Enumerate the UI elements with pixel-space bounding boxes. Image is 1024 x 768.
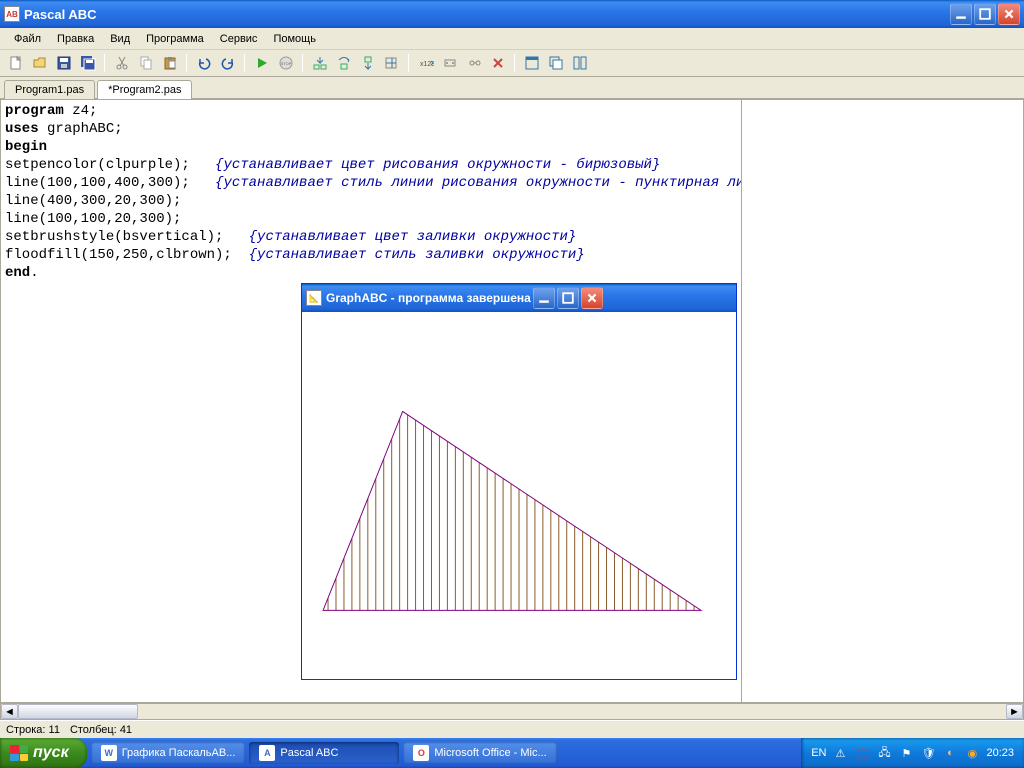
status-line: Строка: 11 (6, 724, 60, 736)
status-bar: Строка: 11 Столбец: 41 (0, 720, 1024, 738)
tab-program2[interactable]: *Program2.pas (97, 80, 192, 99)
maximize-button[interactable] (974, 3, 996, 25)
run-to-cursor-icon[interactable] (380, 52, 403, 74)
menu-service[interactable]: Сервис (212, 31, 266, 47)
code-keyword: end (5, 265, 30, 281)
step-over-icon[interactable] (332, 52, 355, 74)
opera-icon: O (413, 745, 429, 761)
graph-maximize-button[interactable] (557, 287, 579, 309)
cut-icon[interactable] (110, 52, 133, 74)
toolbar-separator (514, 54, 515, 72)
debug-watch-icon[interactable] (462, 52, 485, 74)
delete-icon[interactable] (486, 52, 509, 74)
clock[interactable]: 20:23 (986, 747, 1014, 759)
code-comment: {устанавливает стиль линии рисования окр… (215, 175, 741, 191)
redo-icon[interactable] (216, 52, 239, 74)
menu-file[interactable]: Файл (6, 31, 49, 47)
close-button[interactable] (998, 3, 1020, 25)
menu-edit[interactable]: Правка (49, 31, 102, 47)
graphabc-icon: 📐 (306, 290, 322, 306)
language-indicator[interactable]: EN (811, 747, 826, 759)
taskbar-item-office[interactable]: O Microsoft Office - Mic... (403, 742, 556, 764)
tray-alert-icon[interactable]: ⚠ (832, 745, 848, 761)
window-cascade-icon[interactable] (544, 52, 567, 74)
tray-shield-icon[interactable]: 🛡 (920, 745, 936, 761)
graph-minimize-button[interactable] (533, 287, 555, 309)
tray-app-icon[interactable]: ◉ (964, 745, 980, 761)
side-panel (741, 100, 1023, 702)
status-column: Столбец: 41 (70, 724, 132, 736)
code-keyword: program (5, 103, 64, 119)
tab-program1[interactable]: Program1.pas (4, 80, 95, 99)
editor-tabs: Program1.pas *Program2.pas (0, 77, 1024, 99)
save-all-icon[interactable] (76, 52, 99, 74)
toolbar-separator (244, 54, 245, 72)
run-icon[interactable] (250, 52, 273, 74)
step-into-icon[interactable] (308, 52, 331, 74)
main-titlebar: AB Pascal ABC (0, 0, 1024, 28)
window-arrange-icon[interactable] (568, 52, 591, 74)
stop-icon[interactable]: STOP (274, 52, 297, 74)
pascal-icon: A (259, 745, 275, 761)
word-icon: W (101, 745, 117, 761)
save-icon[interactable] (52, 52, 75, 74)
menu-program[interactable]: Программа (138, 31, 212, 47)
code-keyword: begin (5, 139, 47, 155)
open-file-icon[interactable] (28, 52, 51, 74)
new-file-icon[interactable] (4, 52, 27, 74)
toolbar: STOP x123 (0, 50, 1024, 77)
toolbar-separator (408, 54, 409, 72)
app-icon: AB (4, 6, 20, 22)
graphabc-canvas (302, 312, 736, 679)
code-comment: {устанавливает цвет рисования окружности… (215, 157, 660, 173)
graphabc-titlebar[interactable]: 📐 GraphABC - программа завершена (302, 284, 736, 312)
system-tray[interactable]: EN ⚠ ◯ 🖧 ⚑ 🛡 ◐ ◉ 20:23 (801, 738, 1024, 768)
graph-close-button[interactable] (581, 287, 603, 309)
window-title: Pascal ABC (24, 7, 97, 22)
toolbar-separator (104, 54, 105, 72)
taskbar-item-word[interactable]: W Графика ПаскальАВ... (91, 742, 246, 764)
watch-icon[interactable]: x123 (414, 52, 437, 74)
breakpoint-icon[interactable] (438, 52, 461, 74)
tray-opera-icon[interactable]: ◯ (854, 745, 870, 761)
graphabc-window[interactable]: 📐 GraphABC - программа завершена (301, 283, 737, 680)
graphabc-title: GraphABC - программа завершена (326, 291, 531, 305)
menu-help[interactable]: Помощь (265, 31, 324, 47)
tray-volume-icon[interactable]: ◐ (942, 745, 958, 761)
code-comment: {устанавливает стиль заливки окружности} (249, 247, 585, 263)
step-out-icon[interactable] (356, 52, 379, 74)
toolbar-separator (186, 54, 187, 72)
scroll-thumb[interactable] (18, 704, 138, 719)
start-button[interactable]: пуск (0, 738, 87, 768)
horizontal-scrollbar[interactable]: ◄ ► (0, 703, 1024, 720)
window-tile-icon[interactable] (520, 52, 543, 74)
undo-icon[interactable] (192, 52, 215, 74)
tray-network-icon[interactable]: 🖧 (876, 745, 892, 761)
menu-view[interactable]: Вид (102, 31, 138, 47)
paste-icon[interactable] (158, 52, 181, 74)
svg-text:STOP: STOP (280, 61, 291, 66)
tray-flag-icon[interactable]: ⚑ (898, 745, 914, 761)
scroll-left-icon[interactable]: ◄ (1, 704, 18, 719)
copy-icon[interactable] (134, 52, 157, 74)
menu-bar: Файл Правка Вид Программа Сервис Помощь (0, 28, 1024, 50)
scroll-right-icon[interactable]: ► (1006, 704, 1023, 719)
taskbar-item-pascal[interactable]: A Pascal ABC (249, 742, 399, 764)
windows-taskbar: пуск W Графика ПаскальАВ... A Pascal ABC… (0, 738, 1024, 768)
toolbar-separator (302, 54, 303, 72)
code-comment: {устанавливает цвет заливки окружности} (249, 229, 577, 245)
windows-logo-icon (10, 745, 28, 761)
code-keyword: uses (5, 121, 39, 137)
minimize-button[interactable] (950, 3, 972, 25)
